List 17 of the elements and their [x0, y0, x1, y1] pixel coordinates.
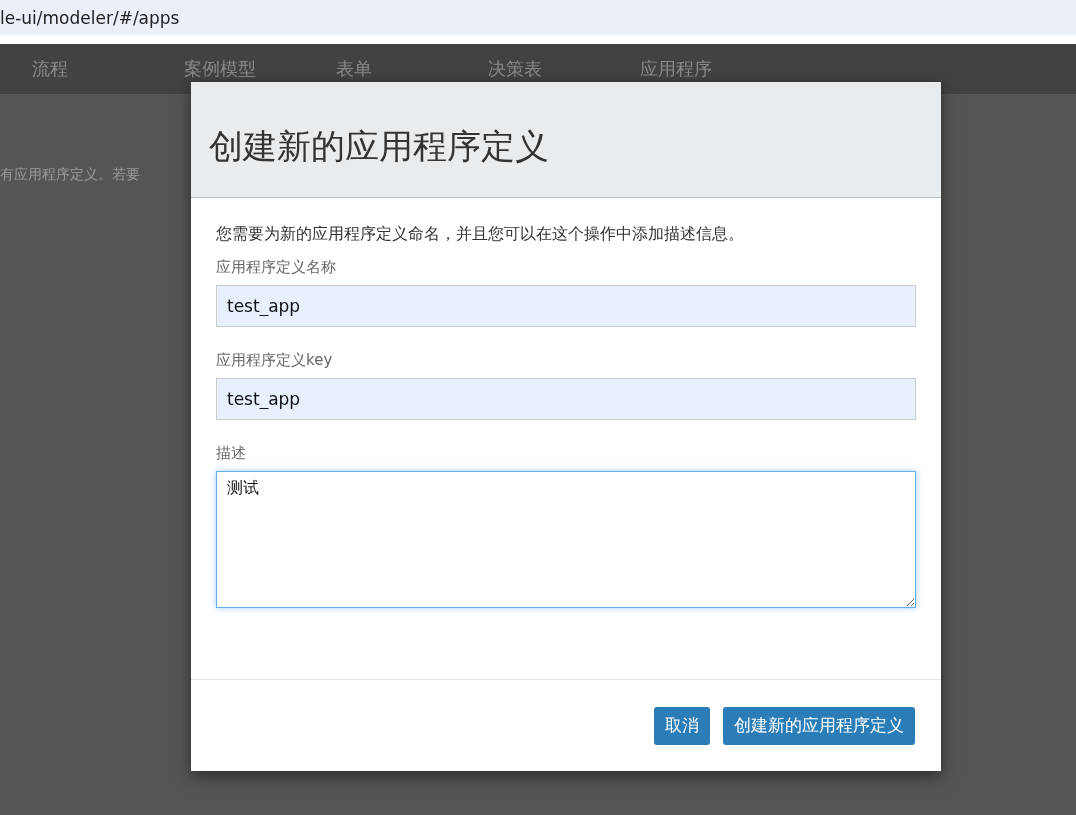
- nav-item[interactable]: 案例模型: [184, 57, 336, 81]
- field-label: 应用程序定义key: [216, 351, 334, 370]
- empty-message: 有应用程序定义。若要: [0, 166, 140, 182]
- input-field[interactable]: test_app: [216, 285, 916, 327]
- cancel-button[interactable]: 取消: [654, 706, 710, 745]
- dialog-title: 创建新的应用程序定义: [209, 124, 549, 168]
- nav-item[interactable]: 流程: [32, 57, 184, 81]
- field-label: 描述: [216, 444, 247, 463]
- create-button[interactable]: 创建新的应用程序定义: [723, 706, 915, 745]
- description-field[interactable]: 测试: [216, 471, 916, 608]
- field-label: 应用程序定义名称: [216, 258, 337, 277]
- address-url[interactable]: le-ui/modeler/#/apps: [0, 7, 180, 28]
- intro-text: 您需要为新的应用程序定义命名，并且您可以在这个操作中添加描述信息。: [216, 224, 745, 245]
- nav-item[interactable]: 决策表: [488, 57, 640, 81]
- nav-item[interactable]: 表单: [336, 57, 488, 81]
- nav-item[interactable]: 应用程序: [640, 57, 792, 81]
- input-field[interactable]: test_app: [216, 378, 916, 420]
